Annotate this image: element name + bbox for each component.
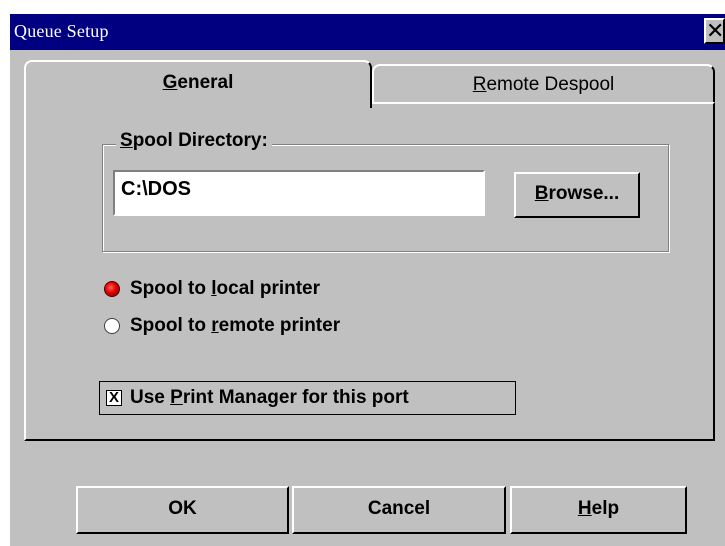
close-icon: ✕ (706, 19, 725, 44)
help-button[interactable]: Help (510, 486, 687, 534)
tab-remote-despool[interactable]: Remote Despool (372, 64, 715, 104)
close-button[interactable]: ✕ (704, 18, 725, 44)
browse-button[interactable]: Browse... (514, 172, 640, 218)
general-tab-panel: Spool Directory: C:\DOS Browse... Spool … (24, 102, 715, 441)
window-title: Queue Setup (14, 21, 109, 41)
spool-directory-input[interactable]: C:\DOS (113, 170, 485, 216)
checkbox-checked-icon[interactable]: X (106, 390, 122, 406)
radio-selected-icon[interactable] (104, 281, 120, 297)
tab-general[interactable]: General (24, 60, 372, 108)
ok-button[interactable]: OK (76, 486, 289, 534)
print-manager-checkbox-row[interactable]: X Use Print Manager for this port (99, 381, 516, 415)
tab-remote-despool-label: Remote Despool (472, 74, 615, 95)
queue-setup-dialog: Queue Setup ✕ General Remote Despool Spo… (10, 14, 725, 546)
title-bar[interactable]: Queue Setup ✕ (10, 14, 725, 50)
radio-unselected-icon[interactable] (104, 318, 120, 334)
tab-general-label: General (162, 72, 234, 93)
print-manager-label: Use Print Manager for this port (130, 387, 409, 408)
spool-directory-label: Spool Directory: (116, 130, 272, 152)
radio-spool-remote-label: Spool to remote printer (130, 315, 341, 336)
cancel-button[interactable]: Cancel (292, 486, 506, 534)
radio-spool-local-label: Spool to local printer (130, 278, 321, 299)
